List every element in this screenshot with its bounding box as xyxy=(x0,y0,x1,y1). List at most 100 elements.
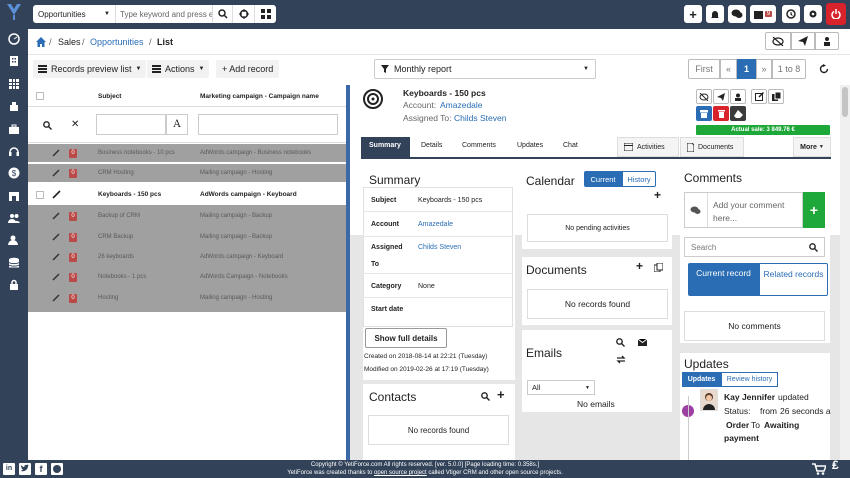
vertical-scrollbar[interactable] xyxy=(840,85,850,460)
subject-filter-input[interactable] xyxy=(96,114,166,135)
row-subject[interactable]: CRM Backup xyxy=(98,234,133,240)
linkedin-icon[interactable]: in xyxy=(3,463,15,475)
settings-button[interactable] xyxy=(804,5,822,23)
wrench-icon[interactable] xyxy=(52,149,60,157)
comment-input[interactable]: Add your comment here... xyxy=(684,192,803,228)
grid-menu-button[interactable] xyxy=(254,5,276,23)
account-field-value[interactable]: Amazedale xyxy=(418,221,453,228)
add-document-icon[interactable]: + xyxy=(636,259,643,273)
cart-icon[interactable] xyxy=(812,463,826,475)
assigned-field-value[interactable]: Childs Steven xyxy=(418,244,461,251)
search-icon[interactable] xyxy=(43,121,52,130)
list-item[interactable]: 0 CRM Backup Mailing campaign - Backup xyxy=(28,228,346,246)
user-shield-icon[interactable] xyxy=(6,232,22,248)
exchange-icon[interactable] xyxy=(616,355,626,364)
database-icon[interactable] xyxy=(6,255,22,271)
row-campaign[interactable]: AdWords Campaign - Notebooks xyxy=(200,274,288,280)
notifications-button[interactable] xyxy=(706,5,724,23)
tab-details[interactable]: Details xyxy=(421,142,442,149)
wrench-icon[interactable] xyxy=(52,233,60,241)
twitter-icon[interactable] xyxy=(19,463,31,475)
breadcrumb-sales[interactable]: Sales xyxy=(58,37,81,47)
calendar-current-tab[interactable]: Current xyxy=(584,171,622,187)
records-preview-dropdown[interactable]: Records preview list ▼ xyxy=(33,60,147,78)
hide-button[interactable] xyxy=(765,32,791,50)
lock-icon[interactable] xyxy=(6,277,22,293)
add-contact-icon[interactable]: + xyxy=(497,387,505,402)
headset-icon[interactable] xyxy=(6,143,22,159)
select-all-checkbox[interactable] xyxy=(36,92,44,100)
col-campaign-header[interactable]: Marketing campaign - Campaign name xyxy=(200,93,319,100)
chat-button[interactable] xyxy=(728,5,746,23)
send-record-button[interactable] xyxy=(713,89,729,104)
wrench-icon[interactable] xyxy=(52,190,61,199)
store-icon[interactable] xyxy=(6,188,22,204)
list-item[interactable]: 0 Notebooks - 1 pcs AdWords Campaign - N… xyxy=(28,268,346,286)
row-campaign[interactable]: Mailing campaign - Hosting xyxy=(200,170,272,176)
row-campaign[interactable]: AdWords campaign - Business notebooks xyxy=(200,150,311,156)
actions-dropdown[interactable]: Actions ▼ xyxy=(147,60,210,78)
facebook-icon[interactable]: f xyxy=(35,463,47,475)
row-subject[interactable]: Keyboards - 150 pcs xyxy=(98,191,161,198)
tab-documents[interactable]: Documents xyxy=(680,137,744,157)
wrench-icon[interactable] xyxy=(52,212,60,220)
row-subject[interactable]: Business notebooks - 10 pcs xyxy=(98,150,175,156)
list-item[interactable]: 0 Business notebooks - 10 pcs AdWords ca… xyxy=(28,144,346,162)
page-prev-button[interactable]: « xyxy=(720,59,737,79)
assigned-link[interactable]: Childs Steven xyxy=(454,113,506,123)
row-campaign[interactable]: Mailing campaign - Backup xyxy=(200,213,272,219)
company-icon[interactable] xyxy=(6,53,22,69)
col-subject-header[interactable]: Subject xyxy=(98,93,121,100)
comments-current-record-tab[interactable]: Current record xyxy=(688,263,759,296)
refresh-icon[interactable] xyxy=(819,64,829,74)
history-button[interactable] xyxy=(782,5,800,23)
page-first-button[interactable]: First xyxy=(688,59,720,79)
wrench-icon[interactable] xyxy=(52,294,60,302)
add-record-button[interactable]: + Add record xyxy=(216,60,280,78)
yeti-logo[interactable] xyxy=(6,4,22,20)
kettle-icon[interactable] xyxy=(6,98,22,114)
wrench-icon[interactable] xyxy=(52,169,60,177)
row-checkbox[interactable] xyxy=(36,190,44,199)
page-next-button[interactable]: » xyxy=(756,59,772,79)
comment-search-input[interactable]: Search xyxy=(684,237,825,257)
envelope-icon[interactable] xyxy=(638,339,647,346)
record-permissions-button[interactable] xyxy=(730,89,746,104)
clear-filter-icon[interactable]: ✕ xyxy=(71,119,79,130)
search-icon[interactable] xyxy=(481,392,490,401)
search-icon[interactable] xyxy=(616,338,625,347)
page-range-button[interactable]: 1 to 8 xyxy=(772,59,806,79)
tab-comments[interactable]: Comments xyxy=(462,142,496,149)
list-item[interactable]: 0 26 keyboards AdWords campaign - Keyboa… xyxy=(28,248,346,266)
report-select[interactable]: Monthly report ▼ xyxy=(374,59,596,79)
search-button[interactable] xyxy=(212,5,232,23)
module-select[interactable]: Opportunities ▼ xyxy=(33,5,115,23)
row-campaign[interactable]: Mailing campaign - Backup xyxy=(200,234,272,240)
row-subject[interactable]: Hosting xyxy=(98,295,118,301)
search-input[interactable]: Type keyword and press e xyxy=(115,5,212,23)
page-current-button[interactable]: 1 xyxy=(737,59,756,79)
language-icon[interactable]: ₤ xyxy=(832,459,839,471)
users-icon[interactable] xyxy=(6,210,22,226)
dollar-icon[interactable]: $ xyxy=(6,165,22,181)
quick-create-button[interactable]: + xyxy=(684,5,702,23)
wrench-icon[interactable] xyxy=(52,273,60,281)
archive-record-button[interactable] xyxy=(696,106,712,121)
send-button[interactable] xyxy=(791,32,815,50)
row-campaign[interactable]: AdWords campaign - Keyboard xyxy=(200,191,297,198)
row-subject[interactable]: Backup of CRM xyxy=(98,213,140,219)
tab-chat[interactable]: Chat xyxy=(563,142,578,149)
briefcase-icon[interactable] xyxy=(6,121,22,137)
edit-record-button[interactable] xyxy=(751,89,767,104)
hide-record-button[interactable] xyxy=(696,89,712,104)
list-item[interactable]: 0 CRM Hosting Mailing campaign - Hosting xyxy=(28,164,346,182)
row-campaign[interactable]: AdWords campaign - Keyboard xyxy=(200,254,283,260)
tab-summary-label[interactable]: Summary xyxy=(369,142,401,149)
crosshair-button[interactable] xyxy=(232,5,254,23)
open-source-link[interactable]: open source project xyxy=(374,470,427,476)
review-history-tab[interactable]: Review history xyxy=(721,372,778,387)
updates-tab[interactable]: Updates xyxy=(682,372,721,387)
tab-activities[interactable]: Activities xyxy=(617,137,679,157)
emails-filter-select[interactable]: All ▼ xyxy=(527,380,595,395)
calendar-history-tab[interactable]: History xyxy=(622,171,656,187)
